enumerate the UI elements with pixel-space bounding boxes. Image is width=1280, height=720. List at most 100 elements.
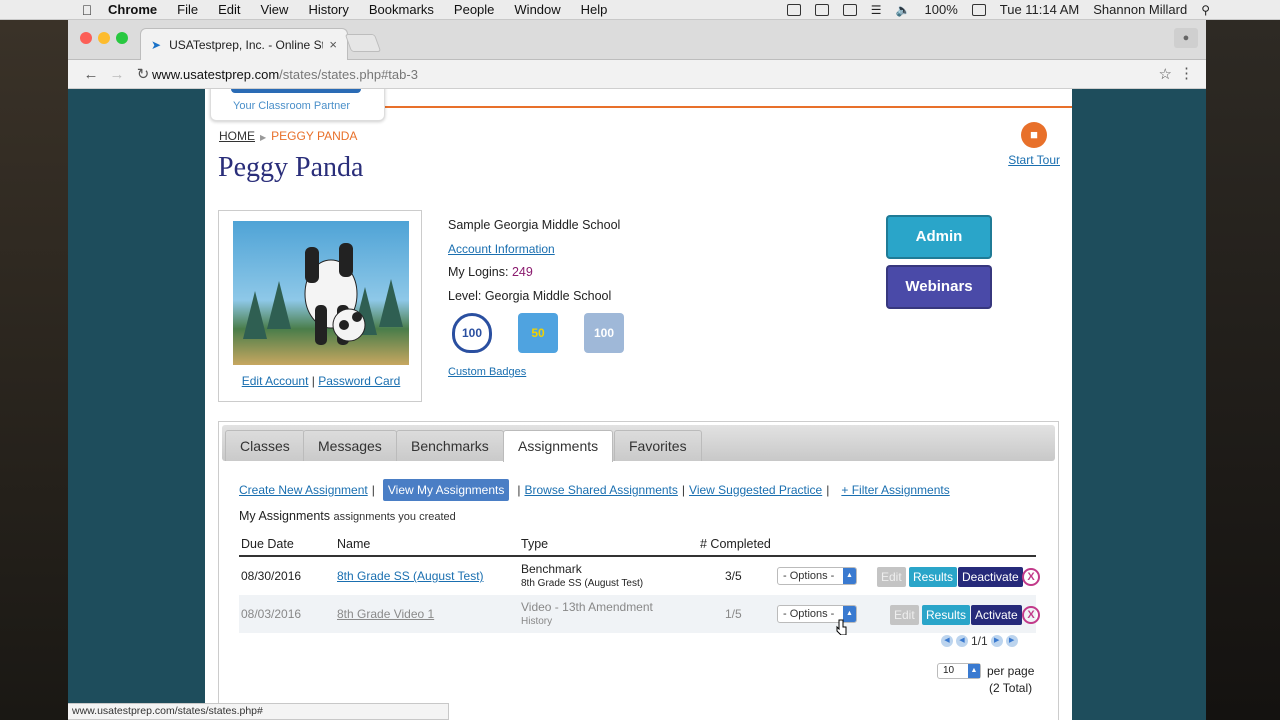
pagination: ◀ ◀ 1/1 ▶ ▶ bbox=[941, 634, 1018, 648]
results-button[interactable]: Results bbox=[909, 567, 958, 587]
profile-icon[interactable]: ● bbox=[1174, 28, 1198, 48]
battery-icon[interactable] bbox=[971, 3, 986, 16]
close-window-icon[interactable] bbox=[80, 32, 92, 44]
activate-button[interactable]: Activate bbox=[971, 605, 1022, 625]
menu-kebab-icon[interactable]: ⋮ bbox=[1179, 64, 1194, 82]
tree-shape bbox=[379, 279, 403, 327]
page-content: Your Classroom Partner HOME ▶ PEGGY PANDA … bbox=[205, 89, 1072, 720]
start-tour-link[interactable]: Start Tour bbox=[1008, 153, 1060, 167]
next-page-icon[interactable]: ▶ bbox=[990, 635, 1003, 647]
webinars-button[interactable]: Webinars bbox=[886, 265, 992, 309]
logo-mark bbox=[231, 89, 361, 93]
tab-messages[interactable]: Messages bbox=[303, 430, 397, 461]
menu-edit[interactable]: Edit bbox=[218, 2, 240, 17]
volume-icon[interactable]: 🔈 bbox=[896, 3, 911, 17]
user-name[interactable]: Shannon Millard bbox=[1093, 2, 1187, 17]
avatar-links: Edit Account | Password Card bbox=[219, 374, 423, 388]
menu-view[interactable]: View bbox=[260, 2, 288, 17]
assignment-name-link[interactable]: 8th Grade SS (August Test) bbox=[337, 569, 484, 583]
menu-history[interactable]: History bbox=[308, 2, 348, 17]
minimize-window-icon[interactable] bbox=[98, 32, 110, 44]
tab-benchmarks[interactable]: Benchmarks bbox=[396, 430, 504, 461]
bookmark-star-icon[interactable]: ☆ bbox=[1159, 65, 1172, 83]
view-my-assignments-link[interactable]: View My Assignments bbox=[382, 479, 510, 501]
filter-assignments-link[interactable]: + Filter Assignments bbox=[841, 483, 949, 497]
new-tab-button[interactable] bbox=[344, 34, 382, 52]
last-page-icon[interactable]: ▶ bbox=[1005, 635, 1018, 647]
url-host: www.usatestprep.com bbox=[152, 66, 280, 82]
dropbox-icon[interactable] bbox=[786, 3, 801, 16]
menu-bookmarks[interactable]: Bookmarks bbox=[369, 2, 434, 17]
clock[interactable]: Tue 11:14 AM bbox=[1000, 2, 1080, 17]
screen-icon[interactable] bbox=[814, 3, 829, 16]
menu-app-chrome[interactable]: Chrome bbox=[108, 2, 157, 17]
custom-badges-link[interactable]: Custom Badges bbox=[448, 366, 526, 378]
tab-classes[interactable]: Classes bbox=[225, 430, 305, 461]
assignments-badge-icon[interactable]: 100 bbox=[584, 313, 624, 353]
options-value: - Options - bbox=[783, 608, 835, 620]
create-assignment-link[interactable]: Create New Assignment bbox=[239, 483, 368, 497]
assignment-name-link[interactable]: 8th Grade Video 1 bbox=[337, 607, 434, 621]
browse-shared-link[interactable]: Browse Shared Assignments bbox=[524, 483, 677, 497]
breadcrumb-home[interactable]: HOME bbox=[219, 129, 255, 143]
url-path: /states/states.php#tab-3 bbox=[279, 66, 418, 82]
tree-shape bbox=[243, 291, 267, 339]
header-divider bbox=[385, 106, 1072, 108]
logins-label: My Logins: bbox=[448, 265, 509, 279]
pipe-separator: | bbox=[826, 483, 830, 497]
breadcrumb: HOME ▶ PEGGY PANDA bbox=[219, 129, 357, 143]
tab-assignments[interactable]: Assignments bbox=[503, 430, 614, 462]
delete-icon[interactable]: X bbox=[1022, 568, 1040, 586]
browser-window: ➤ USATestprep, Inc. - Online Sta × ● ← →… bbox=[68, 20, 1206, 720]
assignment-type-detail: 8th Grade SS (August Test) bbox=[521, 578, 644, 589]
col-name: Name bbox=[337, 537, 371, 551]
site-logo[interactable]: Your Classroom Partner bbox=[210, 89, 385, 121]
link-separator: | bbox=[311, 374, 315, 388]
airplay-icon[interactable] bbox=[842, 3, 857, 16]
deactivate-button[interactable]: Deactivate bbox=[958, 567, 1023, 587]
table-header: Due Date Name Type # Completed bbox=[239, 537, 1036, 557]
address-bar[interactable]: i www.usatestprep.com/states/states.php#… bbox=[152, 63, 1158, 202]
first-page-icon[interactable]: ◀ bbox=[941, 635, 953, 647]
per-page-select[interactable]: 10 ▲ bbox=[937, 663, 981, 679]
start-tour[interactable]: ■ Start Tour bbox=[1008, 122, 1060, 167]
options-select[interactable]: - Options - ▲ bbox=[777, 567, 857, 585]
menu-file[interactable]: File bbox=[177, 2, 198, 17]
browser-tab[interactable]: ➤ USATestprep, Inc. - Online Sta × bbox=[140, 28, 348, 60]
status-bar: www.usatestprep.com/states/states.php# bbox=[68, 703, 449, 720]
assignments-heading: My Assignments assignments you created bbox=[239, 509, 456, 523]
delete-icon[interactable]: X bbox=[1022, 606, 1040, 624]
browser-toolbar: ← → ↻ i www.usatestprep.com/states/state… bbox=[68, 60, 1206, 202]
wifi-icon[interactable]: ☰ bbox=[871, 3, 882, 17]
apple-icon[interactable]:  bbox=[74, 2, 100, 18]
edit-button[interactable]: Edit bbox=[890, 605, 919, 625]
status-tray: ☰ 🔈 100% Tue 11:14 AM Shannon Millard ⚲ bbox=[786, 2, 1210, 17]
prev-page-icon[interactable]: ◀ bbox=[956, 635, 968, 647]
spotlight-search-icon[interactable]: ⚲ bbox=[1201, 3, 1210, 17]
col-completed: # Completed bbox=[700, 537, 771, 551]
tab-favorites[interactable]: Favorites bbox=[614, 430, 702, 461]
tab-bar: Classes Messages Benchmarks Assignments … bbox=[222, 425, 1055, 462]
table-row: 08/03/2016 8th Grade Video 1 Video - 13t… bbox=[239, 595, 1040, 633]
admin-button[interactable]: Admin bbox=[886, 215, 992, 259]
account-information-link[interactable]: Account Information bbox=[448, 242, 555, 256]
benchmarks-badge-icon[interactable]: 50 bbox=[518, 313, 558, 353]
assignments-table: Due Date Name Type # Completed 08/30/201… bbox=[239, 537, 1040, 633]
menu-people[interactable]: People bbox=[454, 2, 494, 17]
password-card-link[interactable]: Password Card bbox=[318, 374, 400, 388]
breadcrumb-current: PEGGY PANDA bbox=[271, 129, 358, 143]
menu-window[interactable]: Window bbox=[514, 2, 560, 17]
forward-icon[interactable]: → bbox=[104, 66, 130, 83]
suggested-practice-link[interactable]: View Suggested Practice bbox=[689, 483, 822, 497]
bus-icon[interactable]: ■ bbox=[1021, 122, 1048, 148]
edit-button[interactable]: Edit bbox=[877, 567, 906, 587]
menu-help[interactable]: Help bbox=[581, 2, 608, 17]
back-icon[interactable]: ← bbox=[78, 66, 104, 83]
panda-illustration bbox=[304, 243, 366, 345]
maximize-window-icon[interactable] bbox=[116, 32, 128, 44]
edit-account-link[interactable]: Edit Account bbox=[242, 374, 309, 388]
close-tab-icon[interactable]: × bbox=[329, 37, 337, 52]
results-button[interactable]: Results bbox=[922, 605, 971, 625]
logins-badge-icon[interactable]: 100 bbox=[452, 313, 492, 353]
assignments-title: My Assignments bbox=[239, 509, 331, 523]
